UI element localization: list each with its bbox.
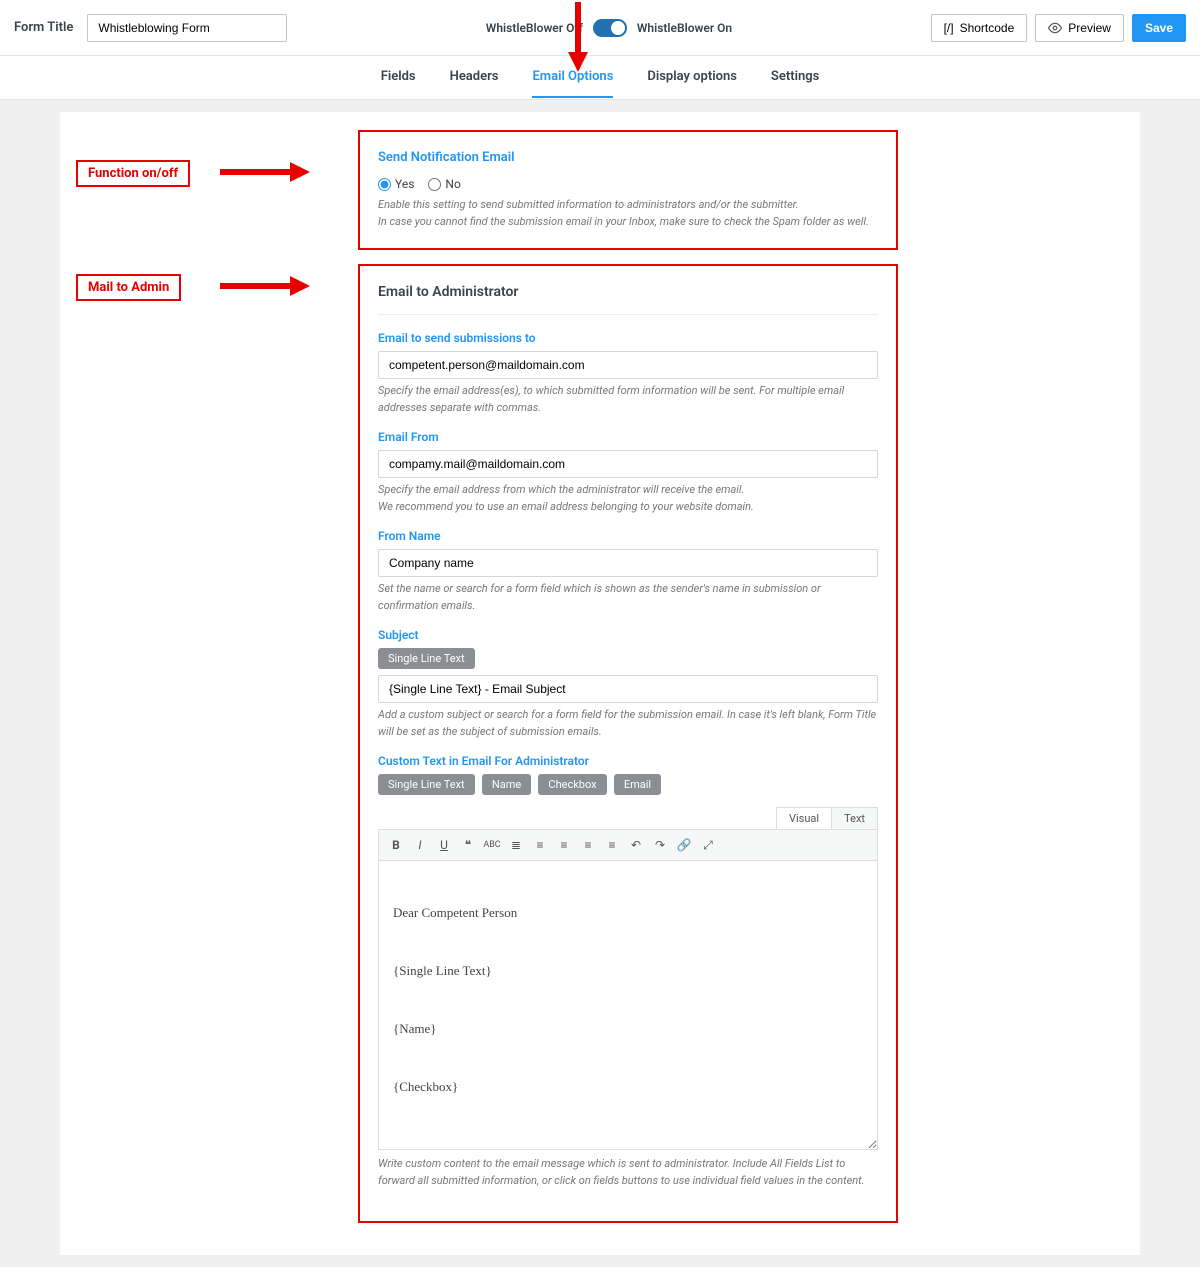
editor-line-2: {Name} [393,1021,863,1037]
annotation-arrow-down [568,2,588,72]
shortcode-button-label: Shortcode [960,21,1015,35]
email-from-input[interactable] [378,450,878,478]
editor-line-1: {Single Line Text} [393,963,863,979]
editor-line-0: Dear Competent Person [393,905,863,921]
send-to-input[interactable] [378,351,878,379]
editor-body[interactable]: Dear Competent Person {Single Line Text}… [378,861,878,1150]
notification-panel: Send Notification Email Yes No Enable th… [358,130,898,250]
page-container: Function on/off Mail to Admin Send Notif… [60,112,1140,1255]
italic-icon[interactable]: I [409,834,431,856]
redo-icon[interactable]: ↷ [649,834,671,856]
whistleblower-toggle-area: WhistleBlower Off WhistleBlower On [295,19,922,37]
send-to-label: Email to send submissions to [378,331,878,345]
blockquote-icon[interactable]: ❝ [457,834,479,856]
preview-button[interactable]: Preview [1035,14,1124,42]
tabs-bar: Fields Headers Email Options Display opt… [0,56,1200,100]
email-from-label: Email From [378,430,878,444]
notification-title: Send Notification Email [378,150,878,165]
custom-text-help: Write custom content to the email messag… [378,1156,878,1189]
list-ul-icon[interactable]: ≣ [505,834,527,856]
align-center-icon[interactable]: ≡ [577,834,599,856]
ct-tag-2[interactable]: Checkbox [538,774,606,795]
editor-toolbar: B I U ❝ ABC ≣ ≡ ≡ ≡ ≡ ↶ ↷ 🔗 ⤢ [378,830,878,861]
radio-yes-label: Yes [395,177,414,191]
subject-input[interactable] [378,675,878,703]
notification-radio-yes[interactable]: Yes [378,177,414,191]
ct-tag-1[interactable]: Name [482,774,531,795]
save-button[interactable]: Save [1132,14,1186,42]
notification-help-2: In case you cannot find the submission e… [378,214,878,231]
whistleblower-toggle[interactable] [593,19,627,37]
ct-tag-3[interactable]: Email [614,774,661,795]
top-bar: Form Title WhistleBlower Off WhistleBlow… [0,0,1200,56]
email-from-help-1: Specify the email address from which the… [378,482,878,499]
editor-tab-visual[interactable]: Visual [776,807,832,829]
notification-help-1: Enable this setting to send submitted in… [378,197,878,214]
from-name-help: Set the name or search for a form field … [378,581,878,614]
underline-icon[interactable]: U [433,834,455,856]
tab-fields[interactable]: Fields [381,57,416,98]
abc-icon[interactable]: ABC [481,834,503,856]
eye-icon [1048,21,1062,35]
editor-line-3: {Checkbox} [393,1079,863,1095]
email-admin-heading: Email to Administrator [378,284,878,315]
email-admin-panel: Email to Administrator Email to send sub… [358,264,898,1223]
form-title-input[interactable] [87,14,287,42]
list-ol-icon[interactable]: ≡ [529,834,551,856]
annotation-function-onoff: Function on/off [76,160,190,187]
tab-settings[interactable]: Settings [771,57,819,98]
annotation-arrow-2 [220,276,310,296]
custom-text-label: Custom Text in Email For Administrator [378,754,878,768]
tab-headers[interactable]: Headers [450,57,499,98]
toggle-on-label: WhistleBlower On [637,21,732,35]
radio-no-input[interactable] [428,178,441,191]
send-to-help: Specify the email address(es), to which … [378,383,878,416]
radio-no-label: No [445,177,460,191]
email-from-help-2: We recommend you to use an email address… [378,499,878,516]
align-right-icon[interactable]: ≡ [601,834,623,856]
from-name-label: From Name [378,529,878,543]
from-name-input[interactable] [378,549,878,577]
link-icon[interactable]: 🔗 [673,834,695,856]
subject-help: Add a custom subject or search for a for… [378,707,878,740]
editor-tab-text[interactable]: Text [831,807,878,829]
bold-icon[interactable]: B [385,834,407,856]
subject-label: Subject [378,628,878,642]
align-left-icon[interactable]: ≡ [553,834,575,856]
shortcode-icon: [/] [944,21,954,35]
form-title-label: Form Title [14,20,73,35]
subject-tag[interactable]: Single Line Text [378,648,475,669]
tab-display-options[interactable]: Display options [647,57,737,98]
ct-tag-0[interactable]: Single Line Text [378,774,475,795]
preview-button-label: Preview [1068,21,1111,35]
undo-icon[interactable]: ↶ [625,834,647,856]
annotation-arrow-1 [220,162,310,182]
radio-yes-input[interactable] [378,178,391,191]
annotation-mail-to-admin: Mail to Admin [76,274,181,301]
fullscreen-icon[interactable]: ⤢ [697,834,719,856]
shortcode-button[interactable]: [/] Shortcode [931,14,1028,42]
notification-radio-no[interactable]: No [428,177,460,191]
